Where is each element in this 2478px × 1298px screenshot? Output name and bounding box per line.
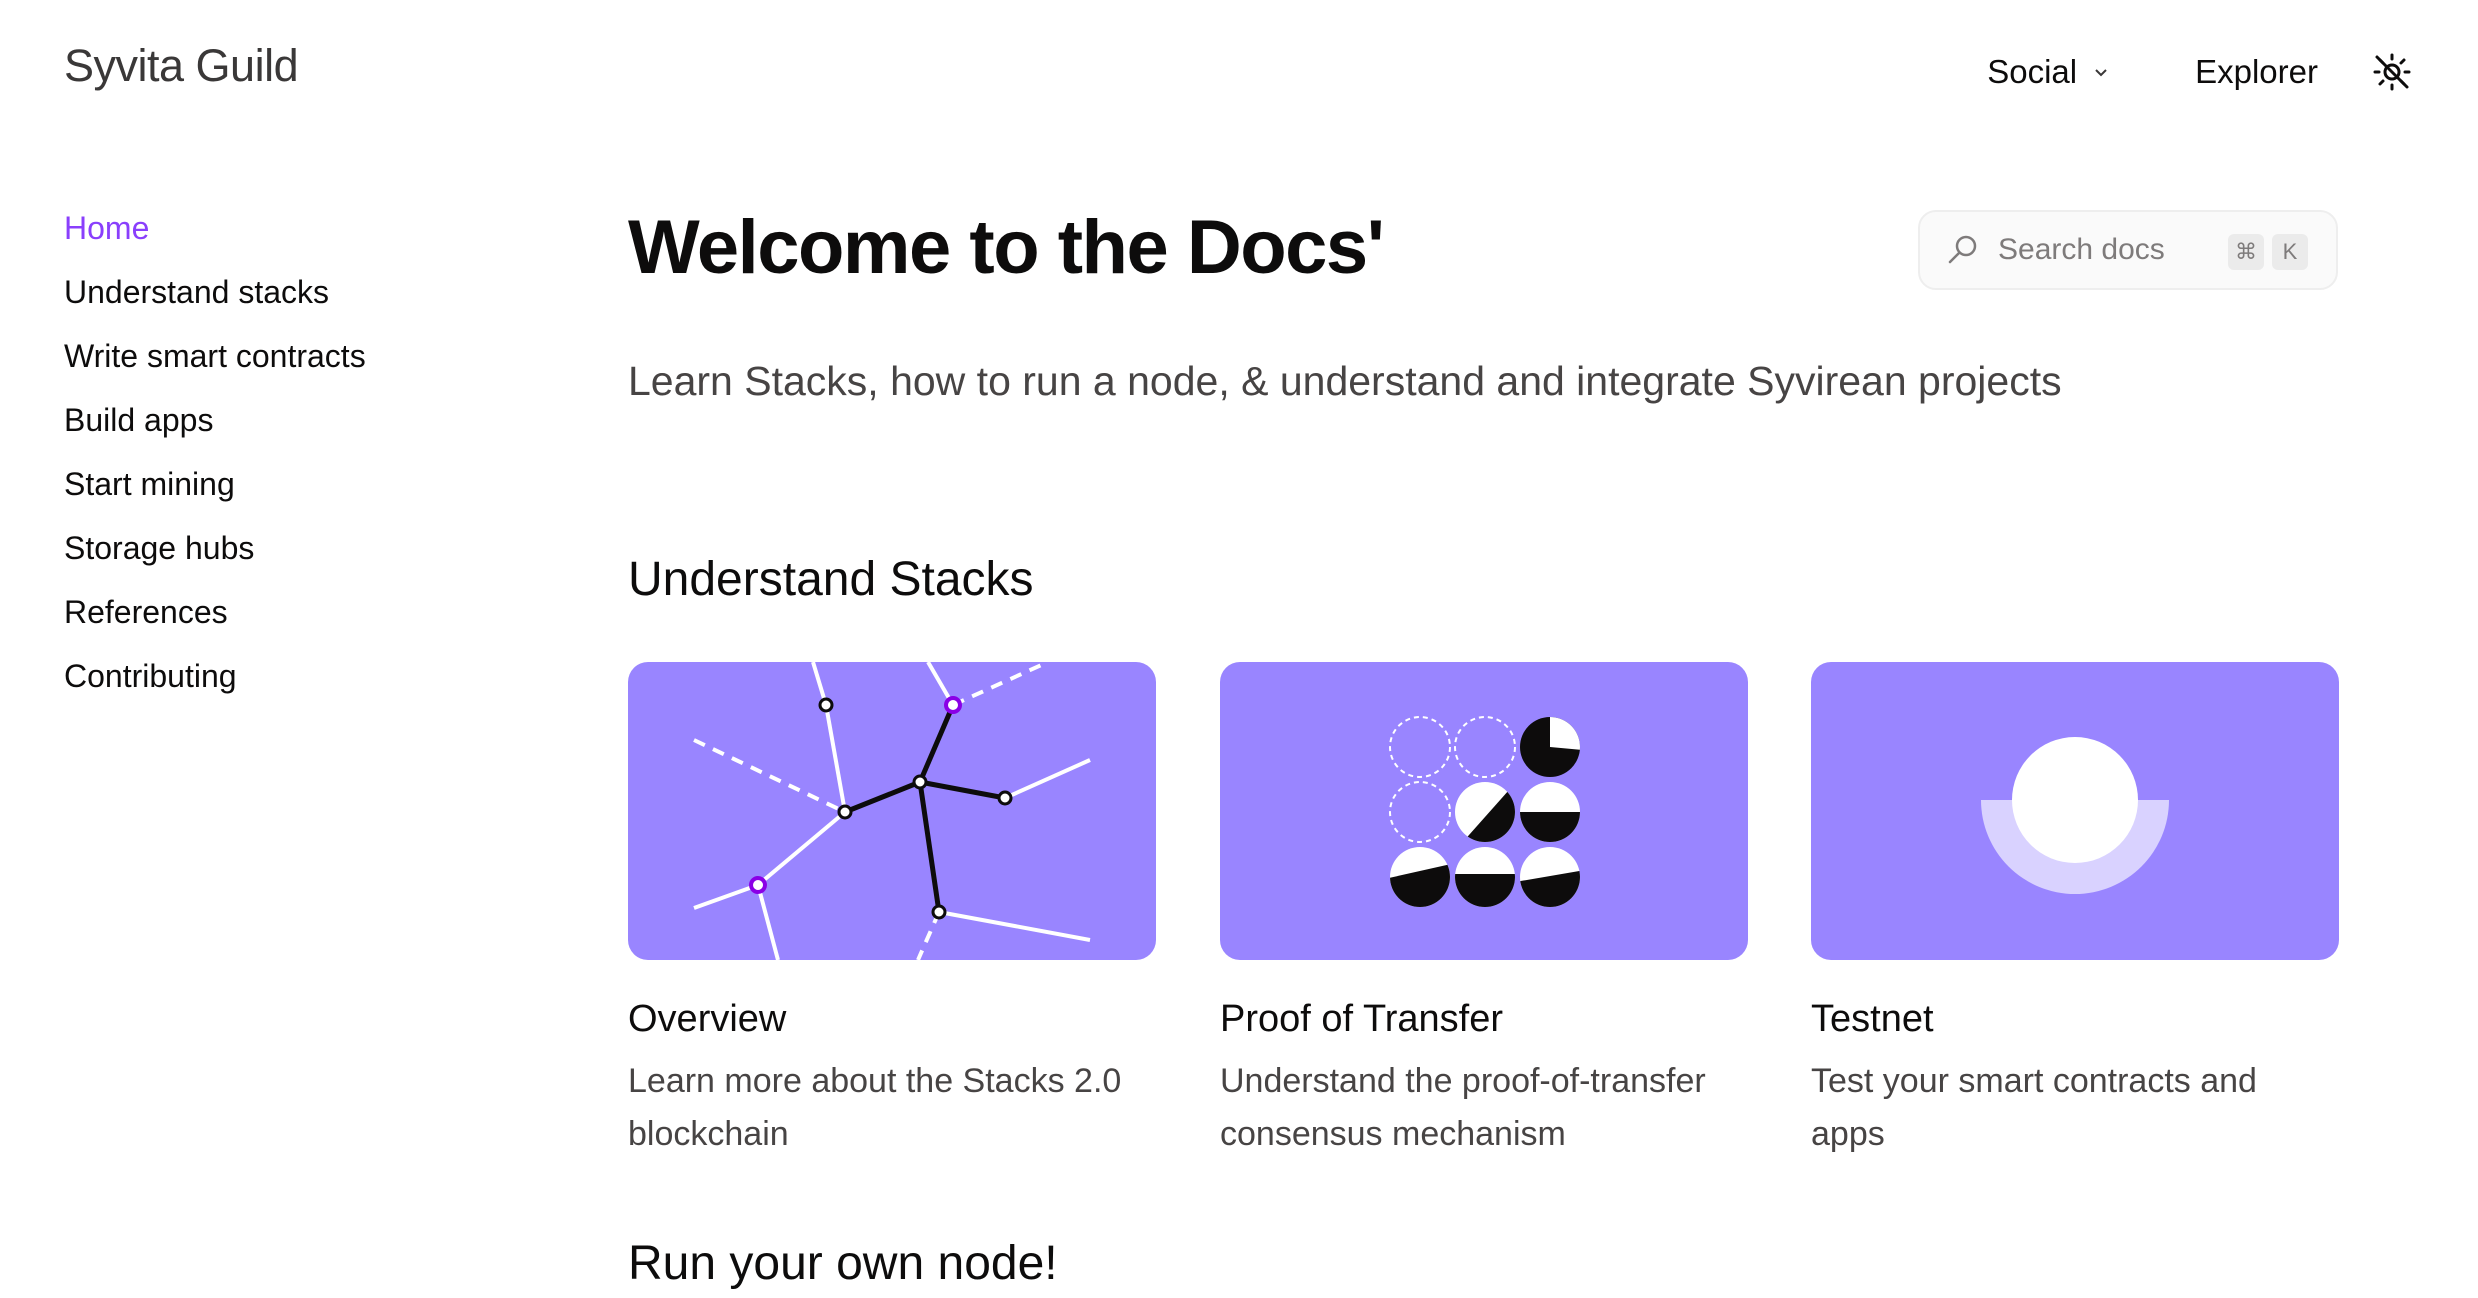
card-title: Proof of Transfer (1220, 998, 1504, 1040)
page-subtitle: Learn Stacks, how to run a node, & under… (628, 358, 2062, 404)
sidebar-item-references[interactable]: References (64, 580, 366, 644)
sidebar-item-understand-stacks[interactable]: Understand stacks (64, 260, 366, 324)
section-title-run-your-own-node: Run your own node! (628, 1237, 1058, 1290)
circle-grid-illustration (1220, 662, 1748, 960)
card-description: Understand the proof-of-transfer consens… (1220, 1062, 1706, 1153)
card-testnet[interactable]: Testnet Test your smart contracts and ap… (1811, 662, 2339, 1161)
card-description: Test your smart contracts and apps (1811, 1062, 2257, 1153)
explorer-link[interactable]: Explorer (2195, 53, 2318, 91)
sidebar-item-start-mining[interactable]: Start mining (64, 452, 366, 516)
page-title: Welcome to the Docs' (628, 205, 1385, 290)
top-nav: Social Explorer (1987, 44, 2414, 100)
card-title: Overview (628, 998, 787, 1040)
card-overview[interactable]: Overview Learn more about the Stacks 2.0… (628, 662, 1156, 1161)
card-proof-of-transfer[interactable]: Proof of Transfer Understand the proof-o… (1220, 662, 1748, 1161)
theme-toggle-button[interactable] (2370, 50, 2414, 94)
card-description: Learn more about the Stacks 2.0 blockcha… (628, 1062, 1122, 1153)
shortcut-k-key: K (2272, 234, 2308, 270)
search-placeholder: Search docs (1998, 233, 2165, 266)
sidebar-nav: Home Understand stacks Write smart contr… (64, 196, 366, 708)
sidebar-item-build-apps[interactable]: Build apps (64, 388, 366, 452)
shortcut-cmd-key: ⌘ (2228, 234, 2264, 270)
sidebar-item-contributing[interactable]: Contributing (64, 644, 366, 708)
search-icon (1948, 235, 1977, 264)
sidebar-item-storage-hubs[interactable]: Storage hubs (64, 516, 366, 580)
section-title-understand-stacks: Understand Stacks (628, 553, 1034, 606)
docs-page: Syvita Guild Social Explorer Home Unders… (0, 0, 2478, 1298)
sidebar-item-home[interactable]: Home (64, 196, 366, 260)
sidebar-item-write-smart-contracts[interactable]: Write smart contracts (64, 324, 366, 388)
brand-logo-link[interactable]: Syvita Guild (64, 40, 299, 92)
chevron-down-icon (2095, 69, 2107, 77)
network-graph-illustration (628, 662, 1156, 960)
half-ring-illustration (1811, 662, 2339, 960)
card-title: Testnet (1811, 998, 1934, 1040)
social-dropdown[interactable]: Social (1987, 53, 2111, 91)
social-label: Social (1987, 53, 2078, 90)
sun-off-icon (2373, 53, 2411, 91)
search-input[interactable]: Search docs ⌘ K (1918, 210, 2338, 290)
